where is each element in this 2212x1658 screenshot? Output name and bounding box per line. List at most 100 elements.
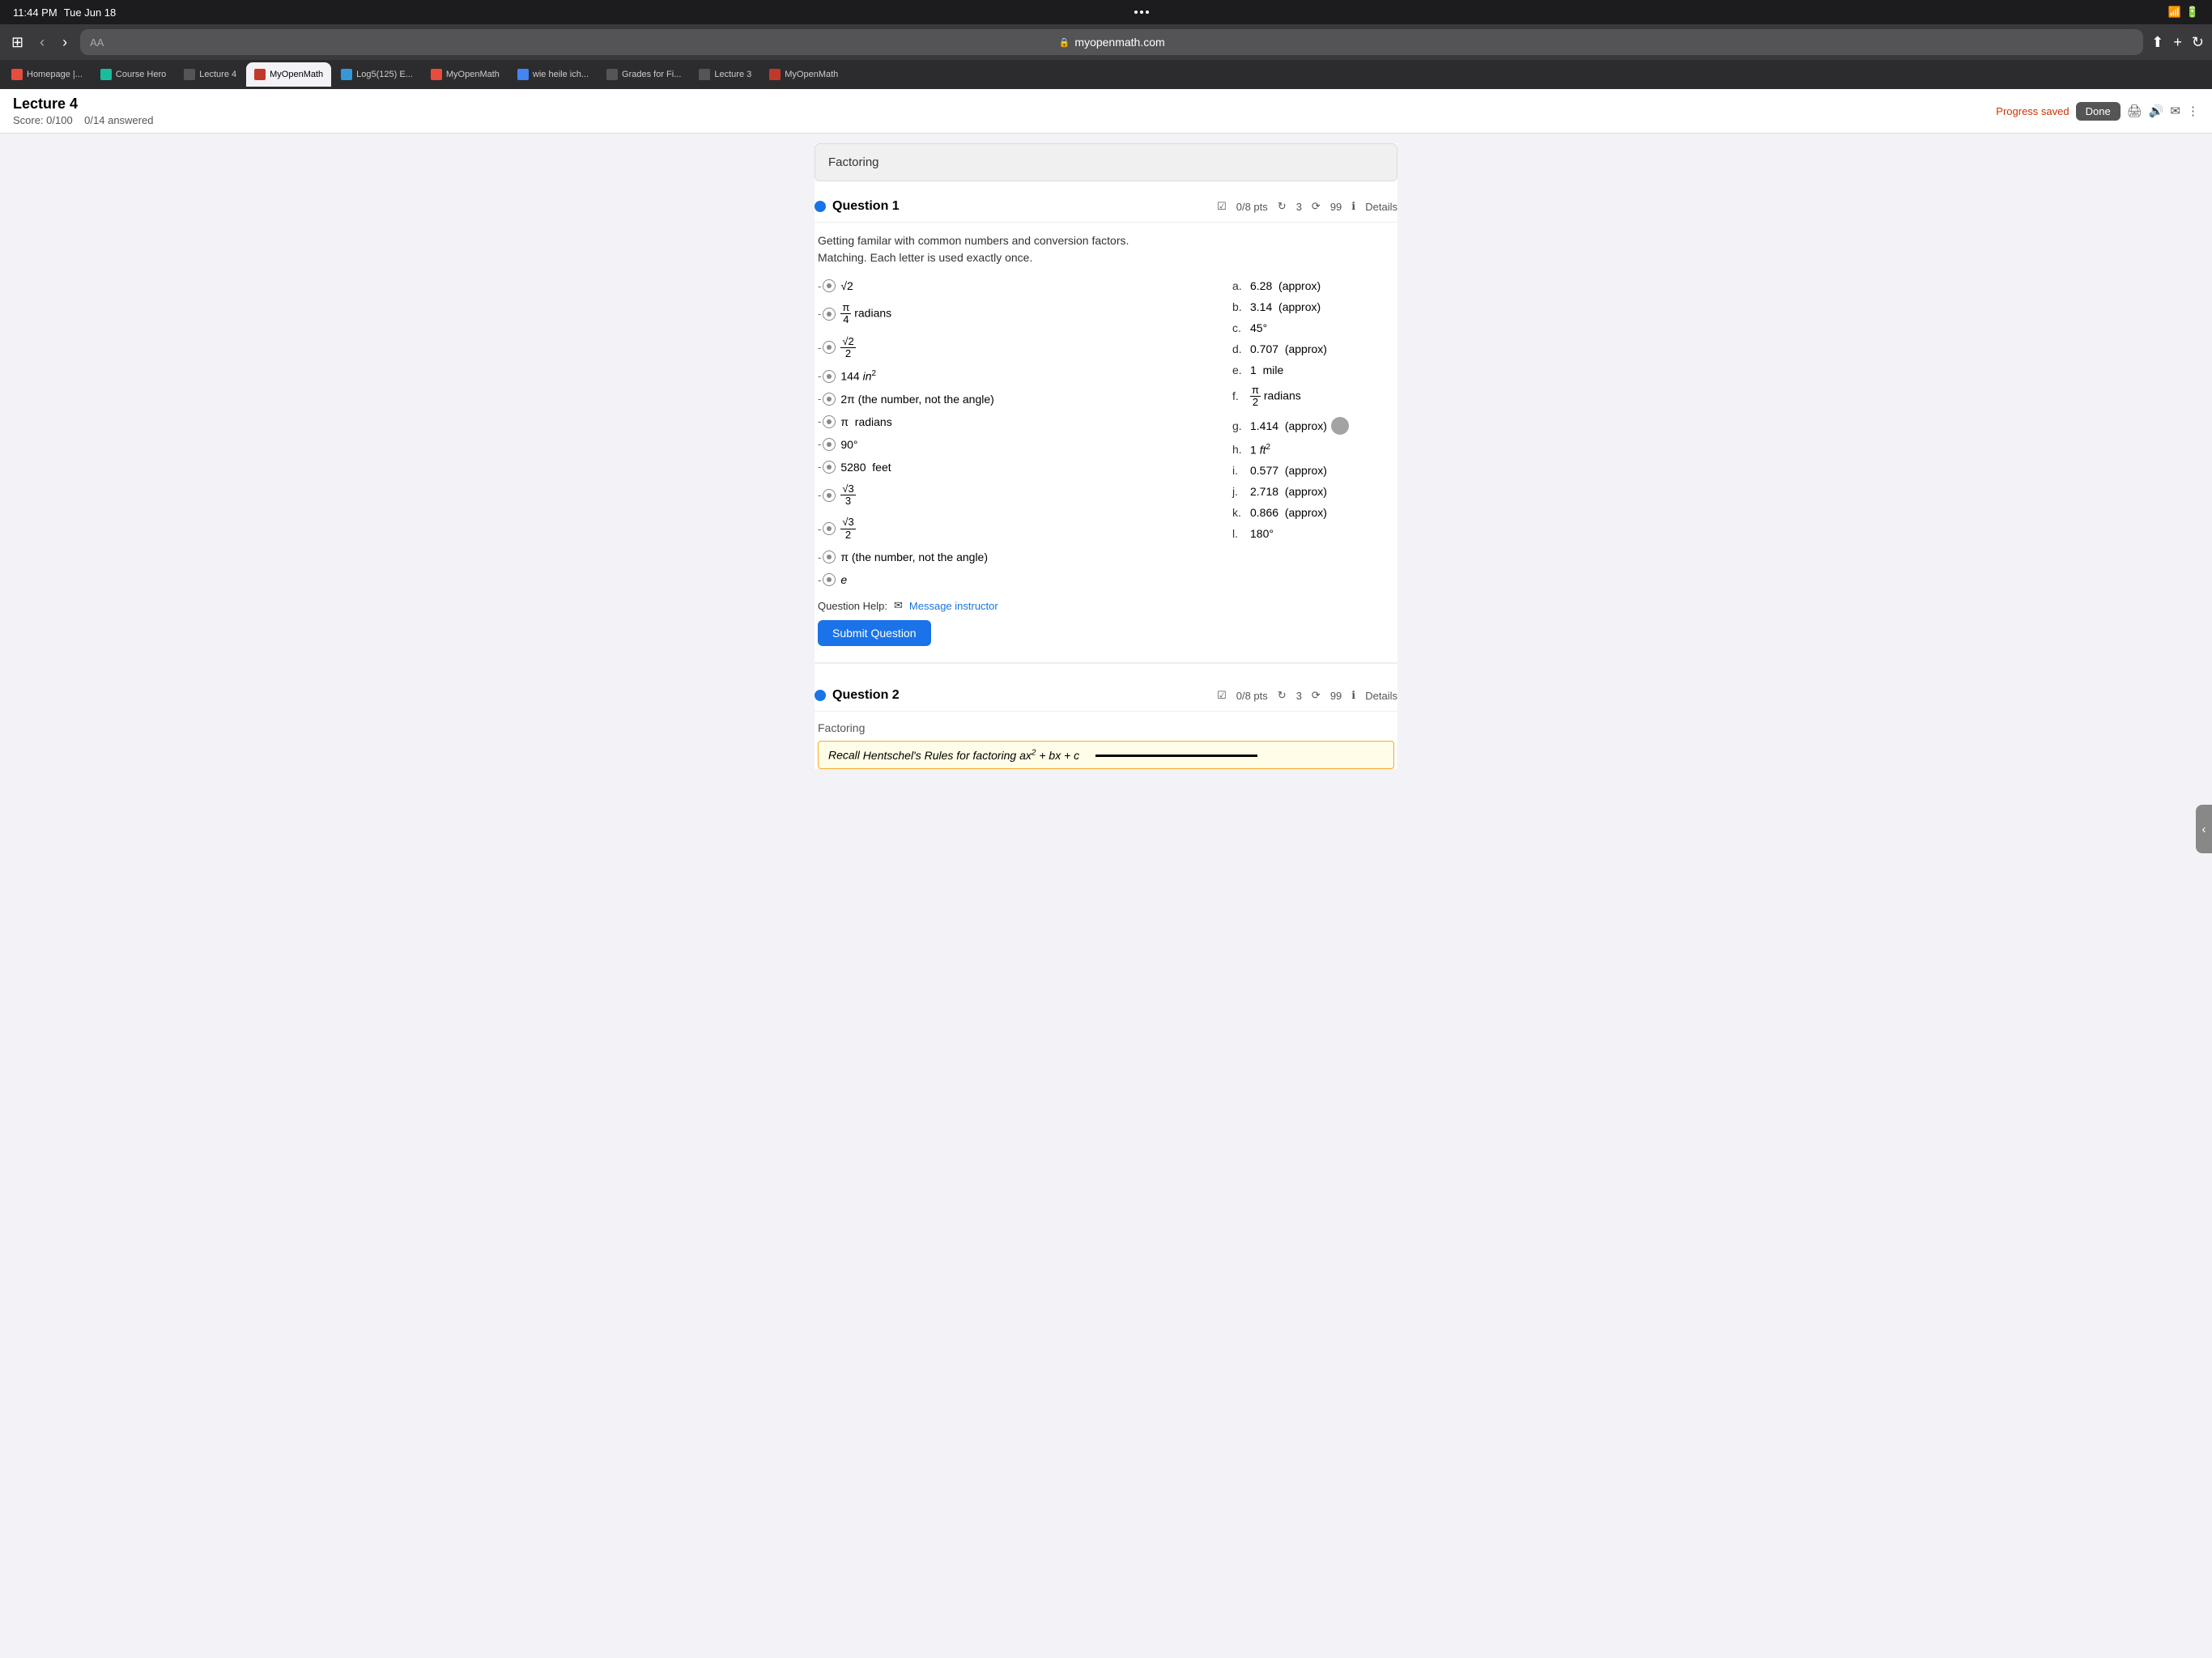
circle-sqrt3-2[interactable] — [823, 522, 836, 535]
match-item-5280: - 5280 feet — [818, 461, 1200, 474]
lock-icon: 🔒 — [1059, 37, 1070, 48]
aa-label[interactable]: AA — [90, 36, 104, 49]
tab-myopenmath3[interactable]: MyOpenMath — [761, 62, 846, 87]
circle-pi-num[interactable] — [823, 551, 836, 563]
back-button[interactable]: ‹ — [35, 31, 49, 54]
reload-button[interactable]: ↻ — [2192, 34, 2204, 51]
dash-144in2[interactable]: - — [818, 370, 821, 382]
favicon-coursehero — [100, 69, 112, 80]
answer-g: g. 1.414 (approx) — [1232, 417, 1394, 435]
match-ctrl-144in2: - — [818, 370, 836, 383]
dash-5280[interactable]: - — [818, 461, 821, 473]
date: Tue Jun 18 — [64, 6, 117, 19]
browser-toolbar: ⊞ ‹ › AA 🔒 myopenmath.com ⬆ + ↻ — [0, 24, 2212, 60]
dash-2pi[interactable]: - — [818, 393, 821, 405]
match-ctrl-sqrt3-2: - — [818, 522, 836, 535]
answer-f: f. π2 radians — [1232, 385, 1394, 409]
answer-j: j. 2.718 (approx) — [1232, 485, 1394, 498]
done-button[interactable]: Done — [2076, 102, 2121, 121]
question2-body: Factoring Recall Hentschel's Rules for f… — [815, 721, 1397, 769]
circle-pi4[interactable] — [823, 308, 836, 321]
dash-pi-rad[interactable]: - — [818, 415, 821, 427]
tab-grades[interactable]: Grades for Fi... — [598, 62, 689, 87]
favicon-myopenmath1 — [254, 69, 266, 80]
q2-recall-text: Recall Hentschel's Rules for factoring a… — [818, 741, 1394, 769]
dash-pi-num[interactable]: - — [818, 551, 821, 563]
dash-sqrt3-3[interactable]: - — [818, 489, 821, 501]
tabs-button[interactable]: + — [2173, 34, 2182, 51]
tab-lecture4[interactable]: Lecture 4 — [176, 62, 245, 87]
mail-icon[interactable]: ✉ — [2170, 104, 2180, 118]
tab-lecture3[interactable]: Lecture 3 — [691, 62, 759, 87]
sidebar-button[interactable]: ⊞ — [8, 31, 27, 54]
matching-right: a. 6.28 (approx) b. 3.14 (approx) c. 45°… — [1232, 279, 1394, 586]
q1-edit-icon: ☑ — [1217, 200, 1227, 213]
match-item-pi4: - π4 radians — [818, 302, 1200, 326]
chevron-left-icon: ‹ — [2202, 823, 2206, 836]
letter-i: i. — [1232, 464, 1245, 477]
q1-details-link[interactable]: Details — [1365, 201, 1397, 213]
tab-google[interactable]: wie heile ich... — [509, 62, 597, 87]
q2-label: Question 2 — [832, 688, 900, 703]
circle-144in2[interactable] — [823, 370, 836, 383]
dash-sqrt3-2[interactable]: - — [818, 523, 821, 535]
q1-meta: ☑ 0/8 pts ↻ 3 ⟳ 99 ℹ Details — [1217, 200, 1397, 213]
more-icon[interactable]: ⋮ — [2187, 104, 2199, 118]
url-text: myopenmath.com — [1074, 36, 1164, 49]
share-button[interactable]: ⬆ — [2151, 34, 2163, 51]
match-item-sqrt2-2: - √22 — [818, 336, 1200, 360]
circle-2pi[interactable] — [823, 393, 836, 406]
match-item-144in2: - 144 in2 — [818, 369, 1200, 383]
letter-g: g. — [1232, 419, 1245, 432]
tab-myopenmath2[interactable]: MyOpenMath — [423, 62, 508, 87]
dash-90deg[interactable]: - — [818, 438, 821, 450]
volume-icon[interactable]: 🔊 — [2149, 104, 2164, 118]
answer-d: d. 0.707 (approx) — [1232, 342, 1394, 355]
match-ctrl-5280: - — [818, 461, 836, 474]
forward-button[interactable]: › — [57, 31, 72, 54]
q2-attempts: 99 — [1330, 690, 1342, 702]
answer-b: b. 3.14 (approx) — [1232, 300, 1394, 313]
q2-edit-icon: ☑ — [1217, 689, 1227, 702]
status-right: 📶 🔋 — [2168, 6, 2199, 19]
message-instructor-link[interactable]: Message instructor — [909, 600, 998, 612]
sidebar-toggle[interactable]: ‹ — [2196, 805, 2212, 853]
answer-a: a. 6.28 (approx) — [1232, 279, 1394, 292]
q2-bullet — [815, 690, 826, 701]
q2-title-row: Question 2 — [815, 688, 900, 703]
answer-i: i. 0.577 (approx) — [1232, 464, 1394, 477]
circle-sqrt3-3[interactable] — [823, 489, 836, 502]
address-bar[interactable]: AA 🔒 myopenmath.com — [80, 29, 2143, 55]
tab-myopenmath1[interactable]: MyOpenMath — [246, 62, 331, 87]
dash-pi4[interactable]: - — [818, 308, 821, 320]
black-bar — [1095, 755, 1257, 757]
favicon-google — [517, 69, 529, 80]
print-icon[interactable]: 🖨 — [2127, 104, 2142, 118]
submit-question-button[interactable]: Submit Question — [818, 620, 931, 646]
circle-pi-rad[interactable] — [823, 415, 836, 428]
value-l: 180° — [1250, 527, 1274, 540]
match-text-5280: 5280 feet — [840, 461, 891, 474]
tab-coursehero[interactable]: Course Hero — [92, 62, 174, 87]
dash-e[interactable]: - — [818, 574, 821, 586]
q2-details-link[interactable]: Details — [1365, 690, 1397, 702]
circle-90deg[interactable] — [823, 438, 836, 451]
match-ctrl-pi-rad: - — [818, 415, 836, 428]
answer-l: l. 180° — [1232, 527, 1394, 540]
tab-homepage[interactable]: Homepage |... — [3, 62, 91, 87]
favicon-lecture4 — [184, 69, 195, 80]
favicon-myopenmath2 — [431, 69, 442, 80]
match-text-pi4: π4 radians — [840, 302, 891, 326]
answer-h: h. 1 ft2 — [1232, 443, 1394, 457]
circle-sqrt2-2[interactable] — [823, 341, 836, 354]
progress-saved: Progress saved — [1996, 105, 2069, 117]
match-item-e: - e — [818, 573, 1200, 586]
dash-sqrt2-2[interactable]: - — [818, 342, 821, 354]
circle-e[interactable] — [823, 573, 836, 586]
circle-sqrt2[interactable] — [823, 279, 836, 292]
tab-log5[interactable]: Log5(125) E... — [333, 62, 421, 87]
dash-sqrt2[interactable]: - — [818, 280, 821, 292]
circle-5280[interactable] — [823, 461, 836, 474]
match-ctrl-pi4: - — [818, 308, 836, 321]
q1-retries: 3 — [1296, 201, 1302, 213]
